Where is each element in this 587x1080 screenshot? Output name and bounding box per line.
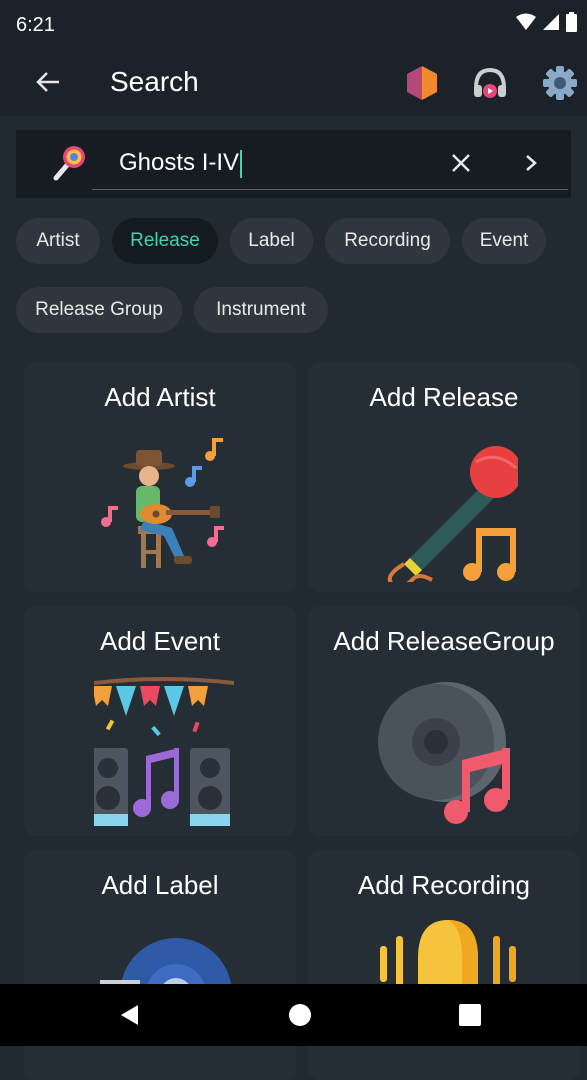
- card-label: Add Recording: [358, 870, 530, 900]
- submit-search-button[interactable]: [514, 146, 548, 180]
- vinyl-record-icon: [378, 682, 510, 824]
- clear-search-button[interactable]: [444, 146, 478, 180]
- filter-chip-recording[interactable]: Recording: [325, 218, 450, 264]
- status-bar: 6:21: [0, 0, 587, 50]
- search-icon: [52, 144, 88, 187]
- musicbrainz-logo-icon: [407, 66, 437, 100]
- gear-icon: [543, 66, 577, 100]
- filter-chip-event[interactable]: Event: [462, 218, 546, 264]
- nav-home-button[interactable]: [282, 997, 318, 1033]
- signal-icon: [543, 14, 559, 30]
- page-title: Search: [110, 66, 199, 97]
- search-query-text: Ghosts I-IV: [119, 149, 240, 176]
- wifi-icon: [516, 13, 536, 30]
- card-label: Add Artist: [104, 382, 216, 412]
- nav-back-button[interactable]: [112, 997, 148, 1033]
- home-circle-icon: [289, 1004, 311, 1026]
- search-input[interactable]: Ghosts I-IV: [119, 149, 243, 178]
- headphones-icon: [474, 67, 506, 98]
- filter-chip-artist[interactable]: Artist: [16, 218, 100, 264]
- record-label-icon: [100, 938, 232, 990]
- nav-recents-button[interactable]: [452, 997, 488, 1033]
- add-release-group-card[interactable]: Add ReleaseGroup: [308, 606, 580, 836]
- back-triangle-icon: [121, 1005, 138, 1025]
- close-icon: [452, 154, 470, 172]
- back-button[interactable]: [30, 64, 66, 100]
- status-icons: [516, 12, 577, 32]
- now-playing-button[interactable]: [469, 62, 511, 104]
- back-arrow-icon: [36, 72, 59, 92]
- guitar-player-icon: [101, 438, 224, 568]
- filter-chip-instrument[interactable]: Instrument: [194, 287, 328, 333]
- add-artist-card[interactable]: Add Artist: [24, 362, 296, 592]
- card-label: Add Event: [100, 626, 220, 656]
- status-time: 6:21: [16, 14, 55, 36]
- filter-chip-label[interactable]: Label: [230, 218, 313, 264]
- card-label: Add ReleaseGroup: [333, 626, 555, 656]
- system-navigation-bar: [0, 984, 587, 1046]
- filter-chip-release-group[interactable]: Release Group: [16, 287, 182, 333]
- concert-icon: [94, 677, 234, 826]
- recording-icon: [380, 920, 516, 990]
- battery-icon: [566, 12, 577, 32]
- musicbrainz-button[interactable]: [401, 62, 443, 104]
- card-label: Add Release: [369, 382, 519, 412]
- chevron-right-icon: [526, 155, 537, 171]
- app-bar: Search: [0, 50, 587, 116]
- search-bar: Ghosts I-IV: [16, 130, 571, 198]
- filter-chip-release[interactable]: Release: [112, 218, 218, 264]
- recents-square-icon: [459, 1004, 481, 1026]
- card-label: Add Label: [101, 870, 219, 900]
- settings-button[interactable]: [539, 62, 581, 104]
- add-release-card[interactable]: Add Release: [308, 362, 580, 592]
- microphone-icon: [387, 446, 518, 582]
- add-event-card[interactable]: Add Event: [24, 606, 296, 836]
- search-underline: [92, 189, 568, 190]
- text-cursor: [240, 149, 243, 178]
